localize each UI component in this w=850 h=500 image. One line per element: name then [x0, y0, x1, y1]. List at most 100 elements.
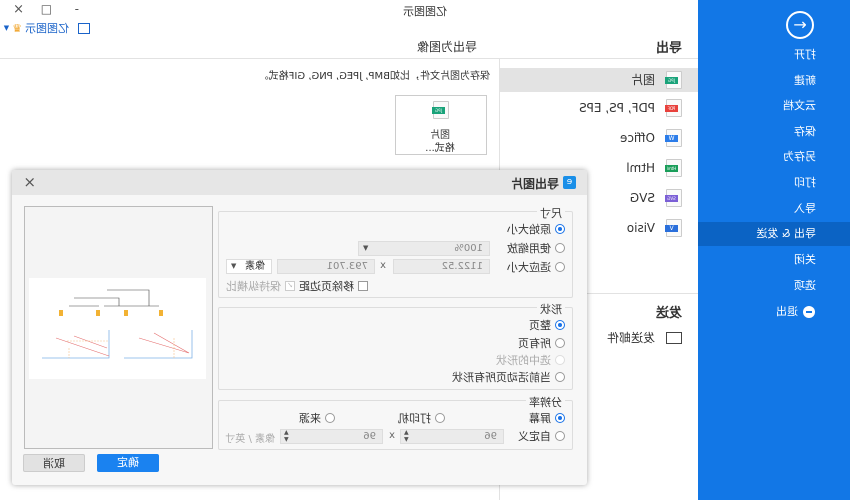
- spinner-icon[interactable]: ▲ ▼: [284, 429, 289, 443]
- radio-button[interactable]: [555, 320, 565, 330]
- height-input[interactable]: 793.701: [277, 259, 375, 274]
- format-label: SVG: [629, 191, 655, 205]
- radio-button[interactable]: [555, 413, 565, 423]
- remove-margin-checkbox[interactable]: 移除页边距: [299, 279, 368, 293]
- radio-button[interactable]: [555, 224, 565, 234]
- sidebar-item-close[interactable]: 关闭: [698, 248, 850, 272]
- ok-button[interactable]: 确定: [97, 454, 159, 472]
- brand-menu[interactable]: 亿图图示 ♛ ▼: [4, 20, 90, 36]
- radio-button[interactable]: [555, 338, 565, 348]
- sidebar-item-print[interactable]: 打印: [698, 171, 850, 195]
- radio-label: 适应大小: [507, 261, 551, 274]
- sidebar-item-label: 打印: [794, 176, 816, 189]
- radio-button[interactable]: [555, 262, 565, 272]
- sidebar-item-exit[interactable]: 退出: [698, 300, 850, 324]
- radio-custom[interactable]: 自定义: [518, 429, 565, 443]
- radio-printer[interactable]: 打印机: [398, 411, 445, 425]
- unit-select[interactable]: 像素 ▼: [226, 259, 272, 274]
- sidebar-item-label: 导出 & 发送: [756, 227, 816, 240]
- checkbox[interactable]: [358, 281, 368, 291]
- radio-label: 整页: [529, 319, 551, 332]
- doc-icon: [78, 22, 90, 34]
- radio-selected-shapes[interactable]: 选中的形状: [496, 353, 565, 367]
- radio-button[interactable]: [555, 431, 565, 441]
- radio-label: 屏幕: [529, 412, 551, 425]
- sidebar-item-label: 保存: [794, 125, 816, 138]
- cancel-button[interactable]: 取消: [23, 454, 85, 472]
- radio-source[interactable]: 来源: [299, 411, 335, 425]
- chevron-down-icon: ▼: [3, 24, 10, 32]
- sidebar-item-export-send[interactable]: 导出 & 发送: [698, 222, 850, 246]
- radio-screen[interactable]: 屏幕: [529, 411, 565, 425]
- radio-whole-page[interactable]: 整页: [529, 318, 565, 332]
- sidebar-item-import[interactable]: 导入: [698, 197, 850, 221]
- scale-value: 100%: [454, 243, 483, 254]
- scale-dropdown[interactable]: 100% ▼: [358, 241, 490, 256]
- dpi-x-input[interactable]: 96 ▲ ▼: [400, 429, 504, 444]
- radio-button[interactable]: [325, 413, 335, 423]
- sidebar-item-save-as[interactable]: 另存为: [698, 145, 850, 169]
- close-window-button[interactable]: ×: [13, 2, 24, 17]
- keep-ratio-checkbox[interactable]: ✓ 保持纵横比: [226, 279, 295, 293]
- format-image[interactable]: JPG 图片: [500, 68, 698, 92]
- radio-label: 所有页: [518, 337, 551, 350]
- brand-label: 亿图图示: [25, 22, 69, 35]
- dpi-y-input[interactable]: 96 ▲ ▼: [280, 429, 383, 444]
- chevron-down-icon: ▼: [363, 244, 369, 252]
- radio-button[interactable]: [555, 243, 565, 253]
- dialog-header: [12, 170, 587, 195]
- jpg-file-icon: JPG: [665, 71, 682, 89]
- mail-icon: [666, 332, 682, 344]
- radio-label: 使用缩放: [507, 242, 551, 255]
- sidebar-item-open[interactable]: 打开: [698, 43, 850, 67]
- sidebar-item-label: 关闭: [794, 253, 816, 266]
- spinner-icon[interactable]: ▲ ▼: [404, 429, 409, 443]
- radio-active-page-shapes[interactable]: 当前活动页所有形状: [452, 370, 565, 384]
- sidebar-item-label: 打开: [794, 48, 816, 61]
- sidebar-item-save[interactable]: 保存: [698, 120, 850, 144]
- radio-button[interactable]: [555, 355, 565, 365]
- exit-icon: [803, 306, 815, 318]
- radio-label: 选中的形状: [496, 354, 551, 367]
- sidebar-item-label: 另存为: [783, 150, 816, 163]
- visio-file-icon: V: [665, 219, 682, 237]
- dialog-close-icon[interactable]: ×: [23, 173, 36, 191]
- radio-original-size[interactable]: 原始大小: [507, 222, 565, 236]
- sidebar: ← 打开 新建 云文档 保存 另存为 打印 导入 导出 & 发送 关闭 选项 退…: [698, 0, 850, 500]
- maximize-window-button[interactable]: □: [41, 2, 52, 16]
- radio-button[interactable]: [555, 372, 565, 382]
- sidebar-item-label: 云文档: [783, 99, 816, 112]
- image-format-card[interactable]: JPG 图片 格式...: [395, 95, 487, 155]
- back-arrow-icon[interactable]: ←: [786, 11, 814, 39]
- format-pdf[interactable]: PDF PDF, PS, EPS: [500, 96, 698, 120]
- width-input[interactable]: 1122.52: [393, 259, 490, 274]
- sidebar-item-options[interactable]: 选项: [698, 274, 850, 298]
- radio-fit-size[interactable]: 适应大小: [507, 260, 565, 274]
- sidebar-item-cloud[interactable]: 云文档: [698, 94, 850, 118]
- minimize-window-button[interactable]: -: [75, 2, 79, 16]
- send-label: 发送邮件: [606, 331, 655, 345]
- sidebar-item-label: 新建: [794, 74, 816, 87]
- jpg-file-icon: JPG: [432, 101, 449, 119]
- checkbox[interactable]: ✓: [285, 281, 295, 291]
- format-office[interactable]: W Office: [500, 126, 698, 150]
- radio-label: 原始大小: [507, 223, 551, 236]
- unit-value: 像素: [245, 261, 265, 272]
- format-label: Visio: [626, 221, 655, 235]
- radio-button[interactable]: [435, 413, 445, 423]
- radio-all-pages[interactable]: 所有页: [518, 336, 565, 350]
- checkbox-label: 移除页边距: [299, 280, 354, 293]
- sidebar-item-new[interactable]: 新建: [698, 69, 850, 93]
- dialog-title: 导出图片: [510, 177, 559, 191]
- html-file-icon: Html: [665, 159, 682, 177]
- format-label: PDF, PS, EPS: [579, 101, 655, 115]
- radio-use-scale[interactable]: 使用缩放: [507, 241, 565, 255]
- resolution-group-title: 分辨率: [526, 394, 565, 410]
- crown-icon: ♛: [12, 21, 22, 35]
- chevron-down-icon: ▼: [231, 262, 237, 270]
- radio-label: 当前活动页所有形状: [452, 371, 551, 384]
- size-group-title: 尺寸: [537, 205, 565, 221]
- radio-label: 自定义: [518, 430, 551, 443]
- preview-image: [29, 278, 206, 379]
- sidebar-item-label: 导入: [794, 202, 816, 215]
